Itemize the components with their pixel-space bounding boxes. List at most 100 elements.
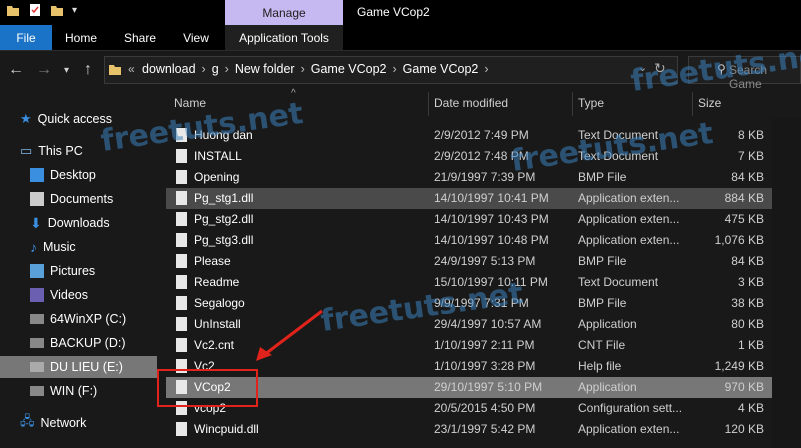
tab-file[interactable]: File [0, 25, 52, 50]
sidebar-item-desktop[interactable]: Desktop [30, 164, 96, 186]
sidebar-item-label: Documents [50, 192, 114, 206]
table-row[interactable]: Pg_stg1.dll 14/10/1997 10:41 PM Applicatio… [166, 188, 772, 209]
cell-type: Application exten... [578, 191, 680, 205]
cell-date: 15/10/1997 10:11 PM [434, 275, 548, 289]
column-header-type[interactable]: Type [578, 96, 604, 110]
table-row[interactable]: Pg_stg2.dll 14/10/1997 10:43 PM Applicatio… [166, 209, 772, 230]
customize-toolbar-icon[interactable]: ▾ [72, 5, 77, 16]
cell-type: BMP File [578, 254, 627, 268]
cell-name: Wincpuid.dll [194, 422, 259, 436]
sidebar-item-quick-access[interactable]: ★ Quick access [20, 108, 112, 130]
chevron-right-icon[interactable]: › [225, 62, 229, 76]
cell-type: Application exten... [578, 422, 680, 436]
breadcrumb-item[interactable]: New folder [235, 62, 295, 76]
cell-date: 24/9/1997 5:13 PM [434, 254, 536, 268]
sidebar-item-network[interactable]: 🖧 Network [20, 412, 86, 434]
breadcrumb-item[interactable]: Game VCop2 [311, 62, 387, 76]
table-row[interactable]: Huong dan 2/9/2012 7:49 PM Text Document 8 … [166, 125, 772, 146]
cell-size: 8 KB [737, 128, 764, 142]
folder-icon [109, 65, 121, 75]
sidebar-item-pictures[interactable]: Pictures [30, 260, 95, 282]
sidebar-item-documents[interactable]: Documents [30, 188, 113, 210]
breadcrumb-item[interactable]: g [212, 62, 219, 76]
tab-manage[interactable]: Manage [225, 0, 343, 25]
drive-icon [30, 314, 44, 324]
cell-size: 884 KB [724, 191, 764, 205]
chevron-right-icon[interactable]: › [202, 62, 206, 76]
cell-name: UnInstall [194, 317, 241, 331]
cell-type: Application exten... [578, 212, 680, 226]
cell-date: 1/10/1997 3:28 PM [434, 359, 536, 373]
breadcrumb-item[interactable]: Game VCop2 [403, 62, 479, 76]
sidebar-item-label: Quick access [37, 112, 112, 126]
sidebar-item-drive-d[interactable]: BACKUP (D:) [30, 332, 125, 354]
videos-icon [30, 288, 44, 302]
file-icon [176, 233, 187, 247]
sidebar-item-drive-c[interactable]: 64WinXP (C:) [30, 308, 126, 330]
tab-application-tools[interactable]: Application Tools [225, 25, 343, 50]
cell-type: Application exten... [578, 233, 680, 247]
file-icon [176, 275, 187, 289]
overflow-icon[interactable]: « [128, 62, 135, 76]
up-icon[interactable]: ↑ [84, 61, 92, 79]
sidebar-item-this-pc[interactable]: ▭ This PC [20, 140, 83, 162]
music-icon: ♪ [30, 239, 37, 255]
sidebar-item-music[interactable]: ♪ Music [30, 236, 76, 258]
cell-date: 2/9/2012 7:49 PM [434, 128, 529, 142]
cell-type: Text Document [578, 128, 659, 142]
chevron-right-icon[interactable]: › [301, 62, 305, 76]
cell-name: Readme [194, 275, 240, 289]
chevron-right-icon[interactable]: › [392, 62, 396, 76]
cell-size: 1 KB [737, 338, 764, 352]
forward-icon[interactable]: → [36, 61, 52, 79]
sidebar-item-downloads[interactable]: ⬇ Downloads [30, 212, 110, 234]
cell-date: 2/9/2012 7:48 PM [434, 149, 529, 163]
back-icon[interactable]: ← [8, 61, 24, 79]
breadcrumb-item[interactable]: download [142, 62, 196, 76]
address-dropdown-icon[interactable]: ⌄ [638, 61, 647, 74]
properties-icon[interactable] [28, 3, 42, 17]
cell-type: Configuration sett... [578, 401, 683, 415]
folder-icon[interactable] [6, 3, 20, 17]
ribbon: File Home Share View Application Tools [0, 25, 801, 51]
sidebar-item-drive-e[interactable]: DU LIEU (E:) [0, 356, 157, 378]
column-header-size[interactable]: Size [698, 96, 721, 110]
drive-icon [30, 362, 44, 372]
cell-date: 21/9/1997 7:39 PM [434, 170, 536, 184]
navigation-pane: ★ Quick access ▭ This PC Desktop Documen… [0, 90, 157, 448]
quick-access-toolbar: ▾ [6, 3, 77, 17]
cell-type: Text Document [578, 149, 659, 163]
sidebar-item-drive-f[interactable]: WIN (F:) [30, 380, 97, 402]
cell-size: 7 KB [737, 149, 764, 163]
table-row[interactable]: Opening 21/9/1997 7:39 PM BMP File 84 KB [166, 167, 772, 188]
table-row[interactable]: INSTALL 2/9/2012 7:48 PM Text Document 7 KB [166, 146, 772, 167]
cell-date: 23/1/1997 5:42 PM [434, 422, 536, 436]
cell-date: 14/10/1997 10:43 PM [434, 212, 549, 226]
table-row-partial[interactable] [166, 110, 772, 118]
table-row[interactable]: Pg_stg3.dll 14/10/1997 10:48 PM Applicatio… [166, 230, 772, 251]
cell-name: Please [194, 254, 231, 268]
refresh-icon[interactable]: ↻ [654, 60, 666, 77]
cell-name: INSTALL [194, 149, 242, 163]
sidebar-item-label: Pictures [50, 264, 96, 278]
chevron-right-icon[interactable]: › [484, 62, 488, 76]
file-icon [176, 254, 187, 268]
sidebar-item-videos[interactable]: Videos [30, 284, 88, 306]
cell-date: 9/9/1997 7:31 PM [434, 296, 529, 310]
table-row[interactable]: Readme 15/10/1997 10:11 PM Text Document 3 … [166, 272, 772, 293]
title-bar: ▾ Manage Game VCop2 [0, 0, 801, 25]
tab-view[interactable]: View [172, 25, 220, 50]
column-header-date[interactable]: Date modified [434, 96, 508, 110]
file-icon [176, 296, 187, 310]
table-row[interactable]: Please 24/9/1997 5:13 PM BMP File 84 KB [166, 251, 772, 272]
sidebar-item-label: Desktop [50, 168, 96, 182]
cell-date: 20/5/2015 4:50 PM [434, 401, 536, 415]
column-header-name[interactable]: Name [174, 96, 206, 110]
search-input[interactable]: ⚲ Search Game [688, 56, 801, 91]
tab-home[interactable]: Home [56, 25, 106, 50]
tab-share[interactable]: Share [114, 25, 166, 50]
new-folder-icon[interactable] [50, 3, 64, 17]
recent-locations-icon[interactable]: ▾ [64, 65, 69, 76]
table-row[interactable]: Wincpuid.dll 23/1/1997 5:42 PM Application… [166, 419, 772, 440]
vertical-scrollbar[interactable] [772, 118, 801, 448]
